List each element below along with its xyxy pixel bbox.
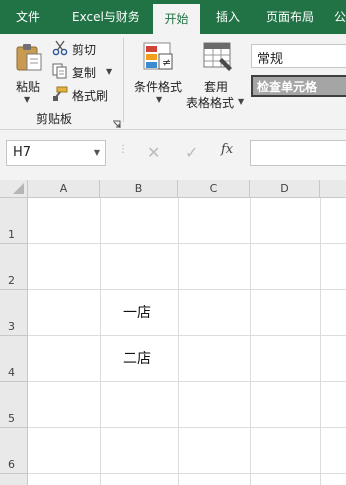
tab-excel-finance[interactable]: Excel与财务 (72, 0, 140, 34)
cancel-edit-icon[interactable]: ✕ (147, 143, 160, 162)
row-header-2[interactable]: 2 (0, 244, 28, 290)
gridline (28, 289, 346, 290)
row-header-5[interactable]: 5 (0, 382, 28, 428)
conditional-formatting-icon: ≠ (142, 40, 174, 76)
format-painter-button[interactable]: 格式刷 (52, 86, 114, 106)
clipboard-group-label: 剪贴板 (36, 112, 73, 126)
worksheet-grid[interactable]: A B C D 1 2 3 4 5 6 一店 二店 (0, 180, 346, 485)
name-box-value: H7 (13, 145, 32, 160)
name-box[interactable]: H7 ▼ (6, 140, 106, 166)
format-as-table-button[interactable]: 套用 表格格式 ▼ (186, 40, 248, 110)
row-header-7[interactable] (0, 474, 28, 485)
gridline (28, 427, 346, 428)
column-header-e[interactable] (320, 180, 346, 198)
row-header-3[interactable]: 3 (0, 290, 28, 336)
column-header-c[interactable]: C (178, 180, 250, 198)
conditional-formatting-dropdown-icon[interactable]: ▼ (156, 95, 162, 104)
formula-bar: H7 ▼ ⋮ ✕ ✓ fx (0, 130, 346, 180)
copy-button[interactable]: 复制 ▼ (52, 63, 114, 83)
row-header-4[interactable]: 4 (0, 336, 28, 382)
svg-text:≠: ≠ (162, 56, 171, 69)
confirm-edit-icon[interactable]: ✓ (185, 143, 198, 162)
row-label: 5 (8, 412, 15, 425)
copy-label: 复制 (72, 66, 97, 80)
gridline (28, 473, 346, 474)
conditional-formatting-label: 条件格式 (134, 80, 183, 94)
select-all-corner[interactable] (0, 180, 28, 198)
gridline (250, 198, 251, 485)
table-format-label-top: 套用 (204, 80, 229, 94)
tab-insert[interactable]: 插入 (216, 0, 240, 34)
column-header-a[interactable]: A (28, 180, 100, 198)
cut-label: 剪切 (72, 43, 97, 57)
row-header-6[interactable]: 6 (0, 428, 28, 474)
tab-formulas[interactable]: 公 (334, 0, 346, 34)
name-box-dropdown-icon[interactable]: ▼ (94, 148, 100, 157)
insert-function-icon[interactable]: fx (221, 142, 233, 157)
excel-window: 文件 Excel与财务 开始 插入 页面布局 公 粘贴 ▼ 剪切 复制 ▼ 格式… (0, 0, 346, 485)
gridline (100, 198, 101, 485)
cell-style-check-cell[interactable]: 检查单元格 (251, 75, 346, 97)
format-painter-icon (52, 86, 68, 106)
ribbon-tab-bar: 文件 Excel与财务 开始 插入 页面布局 公 (0, 0, 346, 34)
ribbon: 粘贴 ▼ 剪切 复制 ▼ 格式刷 剪贴板 ≠ 条件格式 ▼ 套用 表格格式 ▼ … (0, 34, 346, 130)
column-header-b[interactable]: B (100, 180, 178, 198)
cell-b3[interactable]: 一店 (123, 302, 151, 322)
row-label: 4 (8, 366, 15, 379)
table-format-label-bottom: 表格格式 (186, 96, 235, 110)
copy-icon (52, 63, 68, 83)
row-label: 2 (8, 274, 15, 287)
cell-style-label: 检查单元格 (257, 80, 318, 94)
row-label: 3 (8, 320, 15, 333)
gridline (178, 198, 179, 485)
formula-bar-grip-icon: ⋮ (118, 144, 128, 155)
tab-home[interactable]: 开始 (153, 4, 200, 34)
row-label: 6 (8, 458, 15, 471)
gridline (28, 243, 346, 244)
gridline (320, 198, 321, 485)
table-format-dropdown-icon[interactable]: ▼ (238, 97, 244, 106)
table-format-icon (202, 40, 234, 76)
number-format-value: 常规 (257, 52, 284, 67)
paste-label: 粘贴 (16, 80, 41, 94)
paste-button[interactable]: 粘贴 ▼ (10, 40, 48, 106)
gridline (28, 381, 346, 382)
tab-file[interactable]: 文件 (16, 0, 40, 34)
column-header-d[interactable]: D (250, 180, 320, 198)
paste-icon (14, 42, 44, 76)
tab-page-layout[interactable]: 页面布局 (266, 0, 314, 34)
cut-button[interactable]: 剪切 (52, 40, 112, 60)
copy-dropdown-icon[interactable]: ▼ (106, 67, 112, 76)
format-painter-label: 格式刷 (72, 89, 109, 103)
number-format-select[interactable]: 常规 (251, 44, 346, 68)
formula-input[interactable] (250, 140, 346, 166)
ribbon-separator (123, 38, 124, 122)
cell-b4[interactable]: 二店 (123, 348, 151, 368)
gridline (28, 335, 346, 336)
row-header-1[interactable]: 1 (0, 198, 28, 244)
scissors-icon (52, 40, 68, 60)
row-label: 1 (8, 228, 15, 241)
paste-dropdown-icon[interactable]: ▼ (24, 95, 30, 104)
conditional-formatting-button[interactable]: ≠ 条件格式 ▼ (130, 40, 188, 106)
